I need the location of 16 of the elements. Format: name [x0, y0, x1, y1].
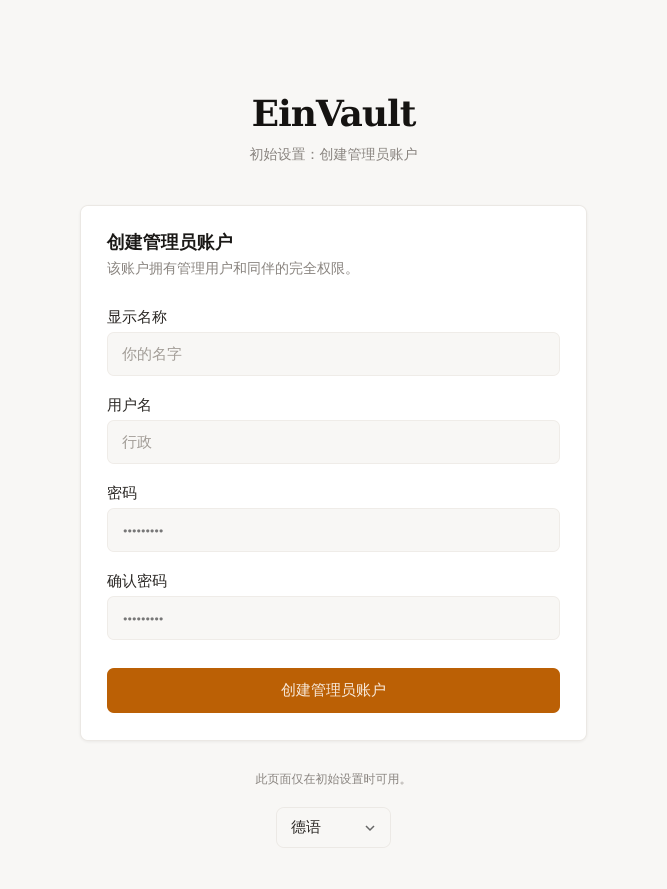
- setup-subtitle: 初始设置：创建管理员账户: [250, 146, 418, 164]
- card-title: 创建管理员账户: [107, 232, 234, 254]
- field-label: 密码: [107, 484, 138, 503]
- text-field[interactable]: 你的名字: [107, 332, 560, 376]
- language-select[interactable]: 德语: [276, 807, 391, 848]
- password-field[interactable]: •••••••••: [107, 508, 560, 552]
- field-label: 显示名称: [107, 308, 168, 327]
- field-label: 用户名: [107, 396, 153, 415]
- footer-note: 此页面仅在初始设置时可用。: [256, 771, 412, 788]
- brand-logo: EinVault: [252, 92, 416, 136]
- password-field[interactable]: •••••••••: [107, 596, 560, 640]
- card-description: 该账户拥有管理用户和同伴的完全权限。: [107, 260, 360, 278]
- create-account-button[interactable]: 创建管理员账户: [107, 668, 560, 713]
- field-label: 确认密码: [107, 572, 168, 591]
- text-field[interactable]: 行政: [107, 420, 560, 464]
- chevron-down-icon: [364, 824, 376, 832]
